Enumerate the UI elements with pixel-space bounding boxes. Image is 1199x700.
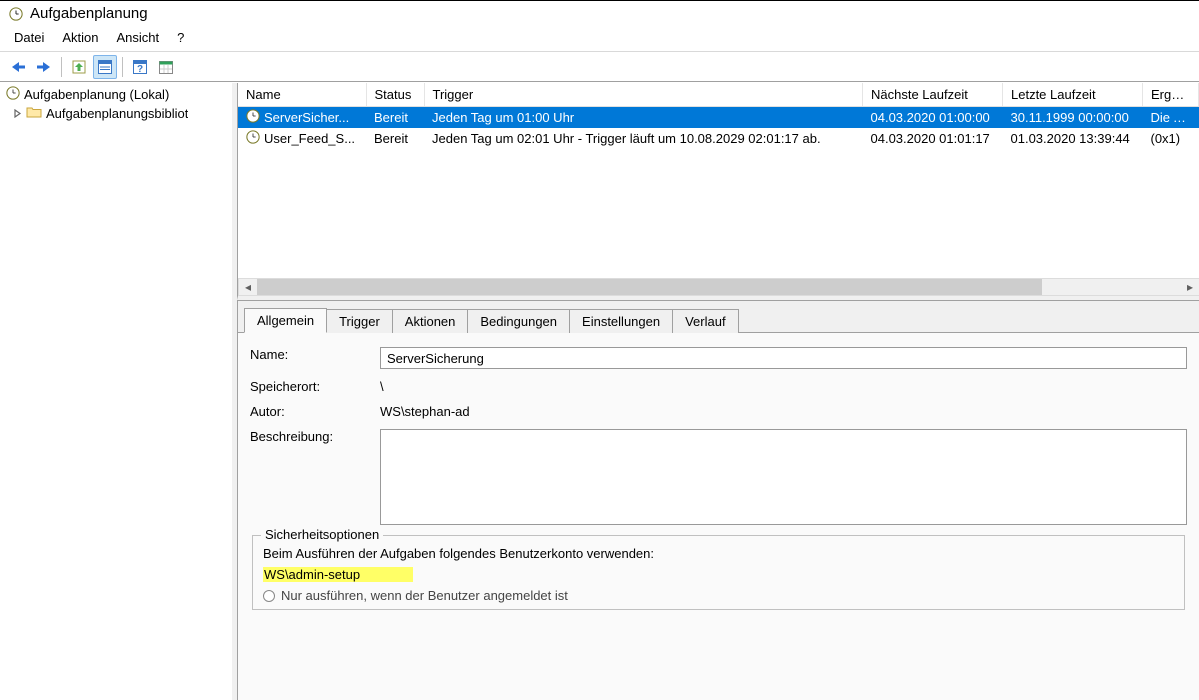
radio-icon <box>263 590 275 602</box>
label-location: Speicherort: <box>250 379 380 394</box>
security-account-prompt: Beim Ausführen der Aufgaben folgendes Be… <box>263 546 1174 561</box>
help-button[interactable]: ? <box>128 55 152 79</box>
scroll-right-icon[interactable]: ▸ <box>1181 279 1199 295</box>
tab-aktionen[interactable]: Aktionen <box>392 309 469 333</box>
menubar: Datei Aktion Ansicht ? <box>0 28 1199 52</box>
tab-body: Name: Speicherort: \ Autor: WS\stephan-a… <box>238 332 1199 700</box>
security-account-value: WS\admin-setup <box>263 567 413 582</box>
main-split: Aufgabenplanung (Lokal) Aufgabenplanungs… <box>0 82 1199 700</box>
clock-icon <box>246 130 260 147</box>
task-table[interactable]: Name Status Trigger Nächste Laufzeit Let… <box>238 83 1199 278</box>
security-group-title: Sicherheitsoptionen <box>261 527 383 542</box>
col-name[interactable]: Name <box>238 83 366 107</box>
col-trigger[interactable]: Trigger <box>424 83 863 107</box>
description-field[interactable] <box>380 429 1187 525</box>
col-last[interactable]: Letzte Laufzeit <box>1003 83 1143 107</box>
task-list: Name Status Trigger Nächste Laufzeit Let… <box>237 83 1199 300</box>
cell-name: ServerSicher... <box>264 110 349 125</box>
menu-ansicht[interactable]: Ansicht <box>117 30 160 45</box>
label-name: Name: <box>250 347 380 362</box>
back-button[interactable] <box>6 55 30 79</box>
menu-help[interactable]: ? <box>177 30 184 45</box>
tree-child-node[interactable]: Aufgabenplanungsbibliot <box>0 104 232 123</box>
app-window: Aufgabenplanung Datei Aktion Ansicht ? ? <box>0 0 1199 700</box>
cell-last: 30.11.1999 00:00:00 <box>1003 107 1143 129</box>
cell-trigger: Jeden Tag um 01:00 Uhr <box>424 107 863 129</box>
cell-status: Bereit <box>366 128 424 149</box>
cell-next: 04.03.2020 01:00:00 <box>863 107 1003 129</box>
toolbar: ? <box>0 52 1199 82</box>
cell-last: 01.03.2020 13:39:44 <box>1003 128 1143 149</box>
tab-verlauf[interactable]: Verlauf <box>672 309 738 333</box>
toolbar-separator <box>61 57 62 77</box>
folder-icon <box>26 105 42 122</box>
table-header-row: Name Status Trigger Nächste Laufzeit Let… <box>238 83 1199 107</box>
label-description: Beschreibung: <box>250 429 380 444</box>
chevron-right-icon[interactable] <box>12 109 22 119</box>
tab-einstellungen[interactable]: Einstellungen <box>569 309 673 333</box>
col-next[interactable]: Nächste Laufzeit <box>863 83 1003 107</box>
label-author: Autor: <box>250 404 380 419</box>
clock-icon <box>246 109 260 126</box>
cell-result: Die Auf <box>1143 107 1199 129</box>
svg-text:?: ? <box>137 64 143 75</box>
tab-trigger[interactable]: Trigger <box>326 309 393 333</box>
name-field[interactable] <box>380 347 1187 369</box>
col-status[interactable]: Status <box>366 83 424 107</box>
toolbar-separator <box>122 57 123 77</box>
cell-name: User_Feed_S... <box>264 131 355 146</box>
location-value: \ <box>380 379 1187 394</box>
table-row[interactable]: User_Feed_S... Bereit Jeden Tag um 02:01… <box>238 128 1199 149</box>
tab-bedingungen[interactable]: Bedingungen <box>467 309 570 333</box>
horizontal-scrollbar[interactable]: ◂ ▸ <box>238 278 1199 296</box>
clock-icon <box>6 86 20 103</box>
tree-child-label: Aufgabenplanungsbibliot <box>46 106 188 121</box>
security-groupbox: Sicherheitsoptionen Beim Ausführen der A… <box>252 535 1185 610</box>
cell-next: 04.03.2020 01:01:17 <box>863 128 1003 149</box>
app-title: Aufgabenplanung <box>30 5 148 22</box>
titlebar: Aufgabenplanung <box>0 1 1199 28</box>
tree-root-label: Aufgabenplanung (Lokal) <box>24 87 169 102</box>
calendar-button[interactable] <box>154 55 178 79</box>
cell-status: Bereit <box>366 107 424 129</box>
col-result[interactable]: Ergebn <box>1143 83 1199 107</box>
radio-label: Nur ausführen, wenn der Benutzer angemel… <box>281 588 568 603</box>
up-button[interactable] <box>67 55 91 79</box>
tab-allgemein[interactable]: Allgemein <box>244 308 327 333</box>
menu-datei[interactable]: Datei <box>14 30 44 45</box>
tab-strip: Allgemein Trigger Aktionen Bedingungen E… <box>238 307 1199 332</box>
properties-button[interactable] <box>93 55 117 79</box>
app-icon <box>8 6 24 22</box>
scroll-track[interactable] <box>257 279 1181 295</box>
scroll-thumb[interactable] <box>257 279 1042 295</box>
cell-trigger: Jeden Tag um 02:01 Uhr - Trigger läuft u… <box>424 128 863 149</box>
tree-root-node[interactable]: Aufgabenplanung (Lokal) <box>0 85 232 104</box>
scroll-left-icon[interactable]: ◂ <box>239 279 257 295</box>
table-row[interactable]: ServerSicher... Bereit Jeden Tag um 01:0… <box>238 107 1199 129</box>
cell-result: (0x1) <box>1143 128 1199 149</box>
menu-aktion[interactable]: Aktion <box>62 30 98 45</box>
details-pane: Allgemein Trigger Aktionen Bedingungen E… <box>237 300 1199 700</box>
forward-button[interactable] <box>32 55 56 79</box>
content-pane: Name Status Trigger Nächste Laufzeit Let… <box>237 83 1199 700</box>
radio-logged-in-only[interactable]: Nur ausführen, wenn der Benutzer angemel… <box>263 588 1174 603</box>
author-value: WS\stephan-ad <box>380 404 1187 419</box>
tree-pane[interactable]: Aufgabenplanung (Lokal) Aufgabenplanungs… <box>0 83 237 700</box>
